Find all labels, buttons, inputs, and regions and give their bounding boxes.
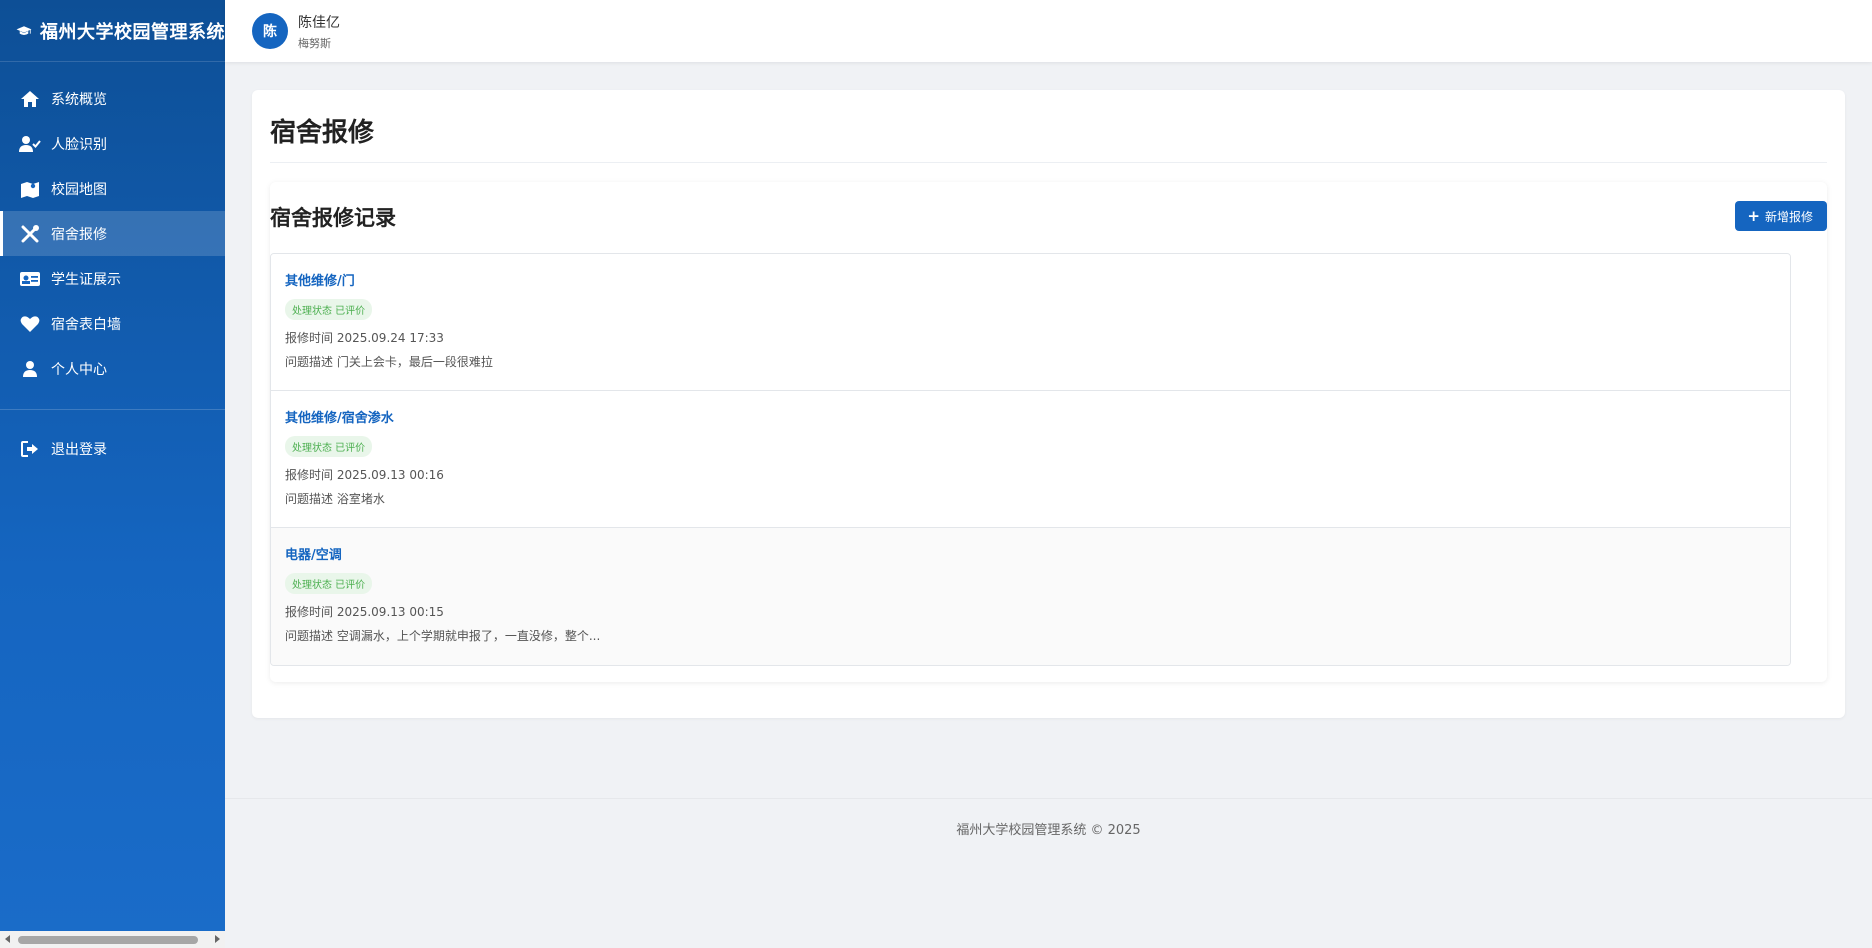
record-category[interactable]: 电器/空调: [285, 544, 1776, 563]
brand[interactable]: 福州大学校园管理系统: [0, 0, 225, 62]
graduation-cap-icon: [16, 25, 32, 35]
sidebar-item-confession-wall[interactable]: 宿舍表白墙: [0, 301, 225, 346]
status-badge: 处理状态 已评价: [285, 299, 373, 320]
records-title: 宿舍报修记录: [270, 206, 396, 230]
sidebar-item-label: 系统概览: [51, 91, 107, 108]
status-badge: 处理状态 已评价: [285, 436, 373, 457]
record-description: 问题描述 空调漏水，上个学期就申报了，一直没修，整个...: [285, 629, 601, 643]
record-category[interactable]: 其他维修/门: [285, 270, 1776, 289]
sidebar-item-label: 校园地图: [51, 181, 107, 198]
title-divider: [270, 162, 1827, 163]
sidebar-item-label: 宿舍表白墙: [51, 316, 121, 333]
sidebar-item-label: 人脸识别: [51, 136, 107, 153]
user-check-icon: [19, 135, 41, 153]
tools-icon: [19, 224, 41, 243]
add-repair-label: 新增报修: [1764, 209, 1813, 224]
record-time: 报修时间 2025.09.13 00:15: [285, 605, 444, 619]
horizontal-scrollbar[interactable]: [0, 931, 225, 948]
map-icon: [19, 180, 41, 198]
sidebar-item-profile[interactable]: 个人中心: [0, 346, 225, 391]
brand-title: 福州大学校园管理系统: [40, 21, 225, 43]
page-title: 宿舍报修: [270, 118, 375, 148]
logout-label: 退出登录: [51, 441, 107, 458]
sidebar: 福州大学校园管理系统 系统概览 人脸识别 校园地图 宿舍报修 学生证展示 宿舍表…: [0, 0, 225, 948]
repair-record[interactable]: 电器/空调 处理状态 已评价 报修时间 2025.09.13 00:15 问题描…: [271, 528, 1790, 665]
sidebar-divider: [0, 409, 225, 410]
user-name: 陈佳亿: [298, 14, 340, 31]
user-subtitle: 梅努斯: [298, 36, 331, 50]
footer: 福州大学校园管理系统 © 2025: [225, 798, 1872, 858]
footer-text: 福州大学校园管理系统 © 2025: [956, 823, 1141, 838]
sidebar-item-label: 宿舍报修: [51, 226, 107, 243]
repair-record-list: 其他维修/门 处理状态 已评价 报修时间 2025.09.24 17:33 问题…: [270, 253, 1791, 666]
scroll-left-icon[interactable]: [5, 935, 10, 943]
sidebar-item-campus-map[interactable]: 校园地图: [0, 166, 225, 211]
sign-out-icon: [19, 440, 41, 458]
sidebar-item-face-recognition[interactable]: 人脸识别: [0, 121, 225, 166]
record-category[interactable]: 其他维修/宿舍渗水: [285, 407, 1776, 426]
sidebar-item-dorm-repair[interactable]: 宿舍报修: [0, 211, 225, 256]
logout-button[interactable]: 退出登录: [0, 426, 225, 471]
main-content: 宿舍报修 宿舍报修记录 + 新增报修 其他维修/门 处理状态 已评价 报修时间 …: [252, 90, 1845, 718]
sidebar-item-overview[interactable]: 系统概览: [0, 76, 225, 121]
record-description: 问题描述 浴室堵水: [285, 492, 385, 506]
record-time: 报修时间 2025.09.13 00:16: [285, 468, 444, 482]
repair-record[interactable]: 其他维修/门 处理状态 已评价 报修时间 2025.09.24 17:33 问题…: [271, 254, 1790, 391]
repair-record[interactable]: 其他维修/宿舍渗水 处理状态 已评价 报修时间 2025.09.13 00:16…: [271, 391, 1790, 528]
heart-icon: [19, 315, 41, 333]
id-card-icon: [19, 270, 41, 288]
record-time: 报修时间 2025.09.24 17:33: [285, 331, 444, 345]
status-badge: 处理状态 已评价: [285, 573, 373, 594]
home-icon: [19, 90, 41, 108]
top-header: 陈 陈佳亿 梅努斯: [225, 0, 1872, 62]
sidebar-item-student-id[interactable]: 学生证展示: [0, 256, 225, 301]
sidebar-nav: 系统概览 人脸识别 校园地图 宿舍报修 学生证展示 宿舍表白墙 个人中心 退出登…: [0, 62, 225, 471]
user-info[interactable]: 陈佳亿 梅努斯: [298, 12, 340, 51]
scroll-right-icon[interactable]: [215, 935, 220, 943]
sidebar-item-label: 学生证展示: [51, 271, 121, 288]
sidebar-item-label: 个人中心: [51, 361, 107, 378]
plus-icon: +: [1747, 207, 1760, 225]
user-icon: [19, 360, 41, 378]
record-description: 问题描述 门关上会卡，最后一段很难拉: [285, 355, 493, 369]
avatar[interactable]: 陈: [252, 13, 288, 49]
scrollbar-thumb[interactable]: [18, 936, 198, 944]
add-repair-button[interactable]: + 新增报修: [1735, 201, 1827, 231]
